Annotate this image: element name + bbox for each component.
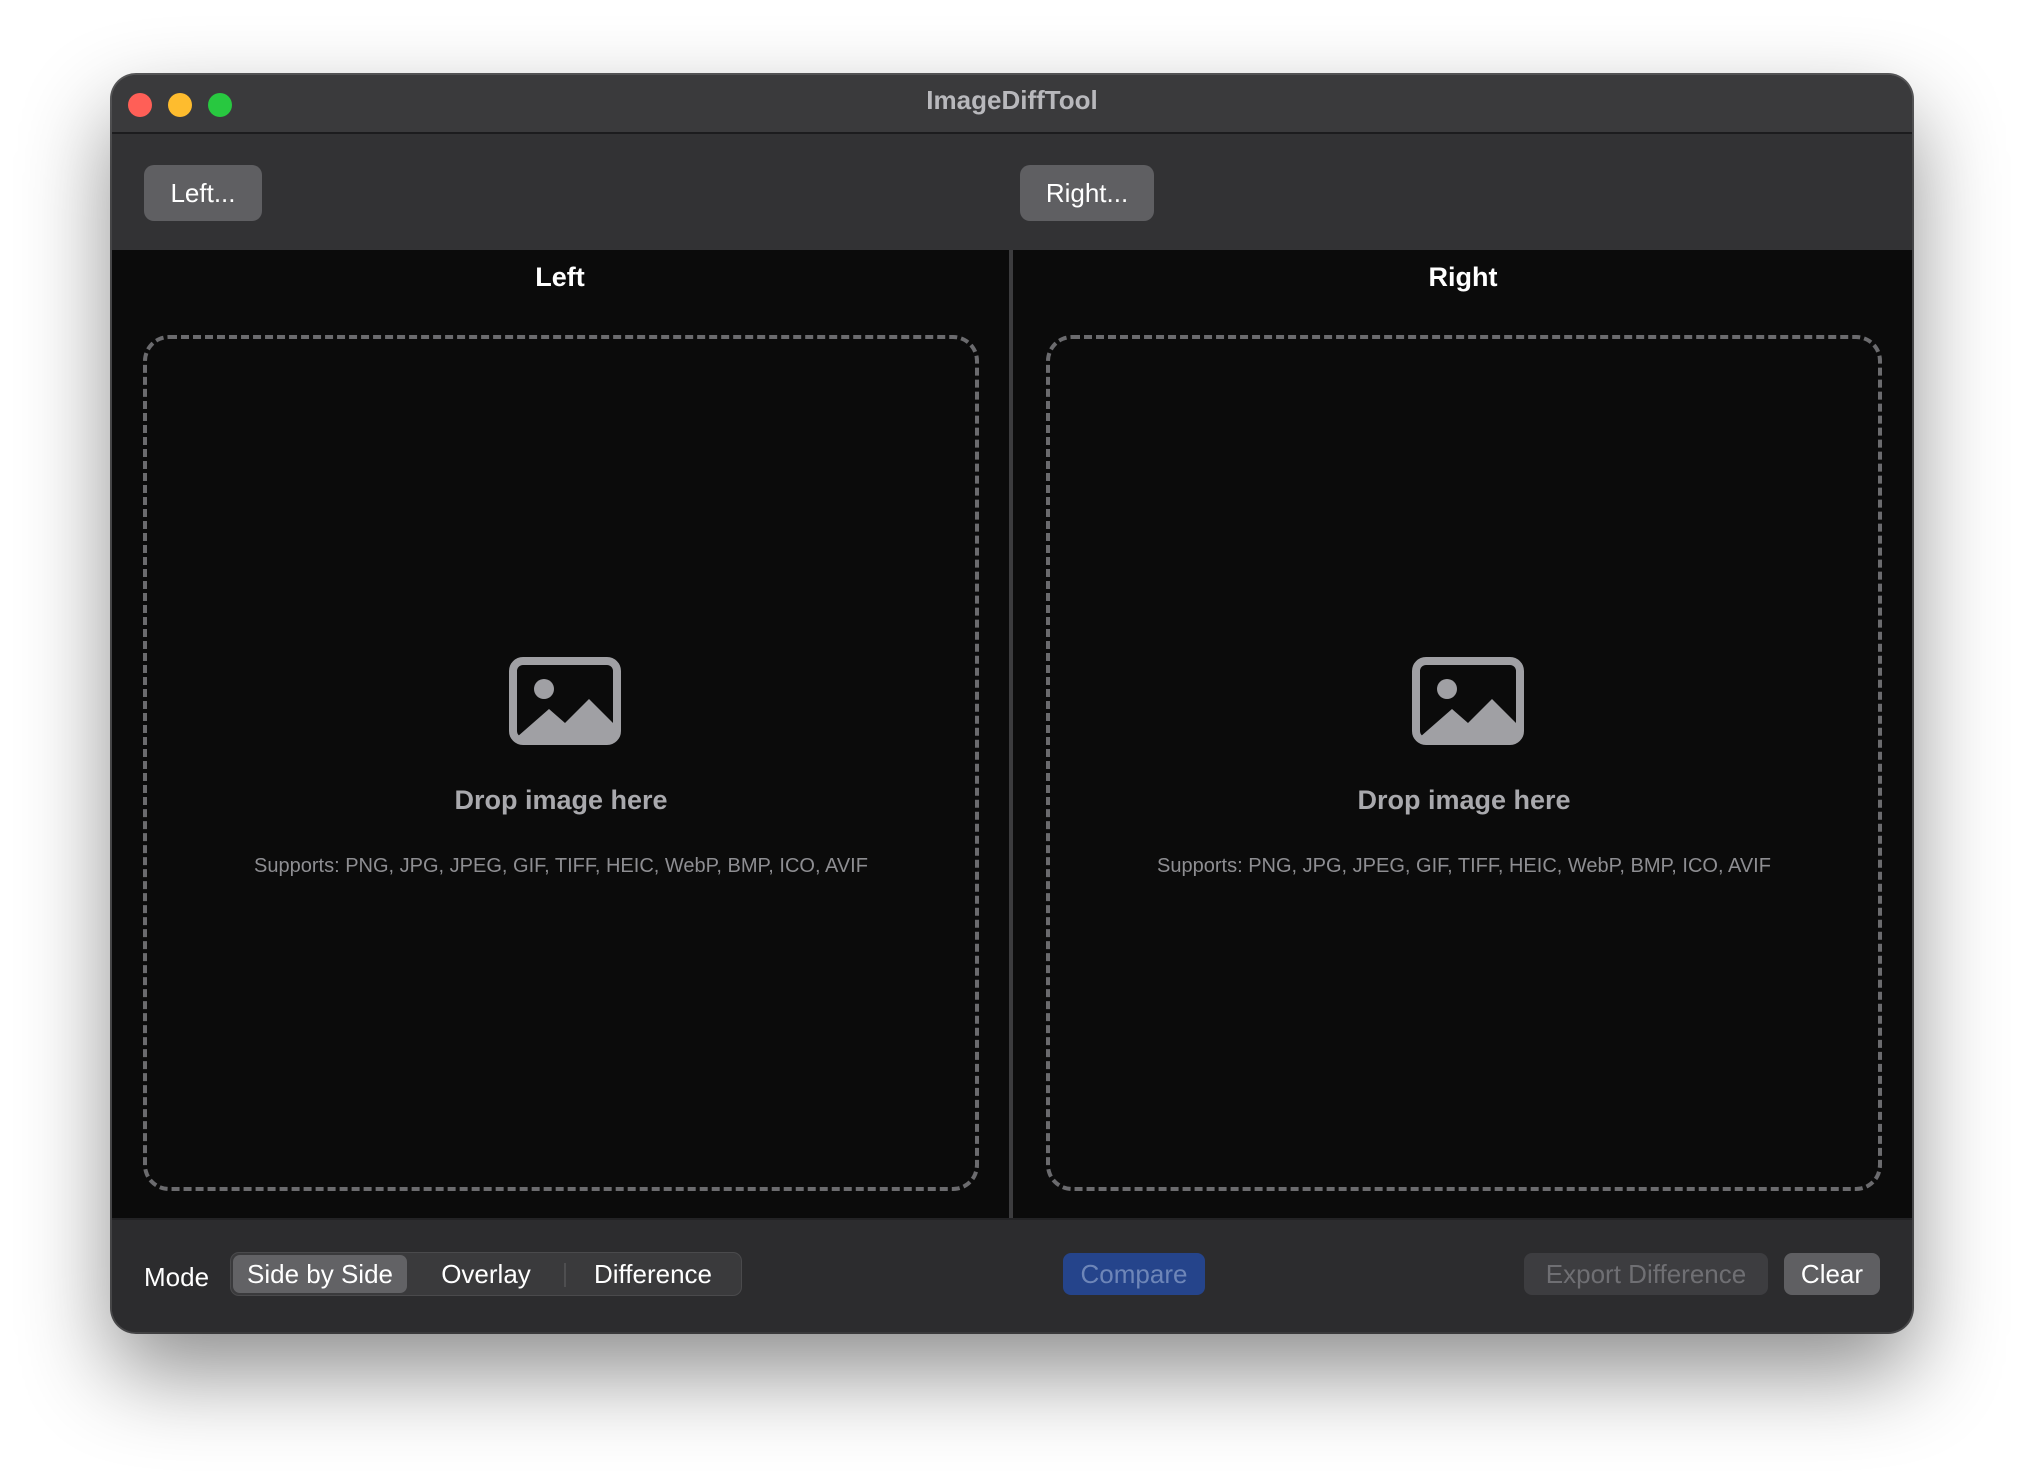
photo-icon: [509, 657, 621, 745]
clear-button[interactable]: Clear: [1784, 1253, 1880, 1295]
mode-label: Mode: [144, 1262, 210, 1292]
mode-overlay[interactable]: Overlay: [409, 1255, 563, 1293]
export-difference-button[interactable]: Export Difference: [1524, 1253, 1768, 1295]
right-drop-zone[interactable]: Drop image here Supports: PNG, JPG, JPEG…: [1046, 335, 1882, 1191]
compare-button[interactable]: Compare: [1063, 1253, 1205, 1295]
pane-divider[interactable]: [1009, 250, 1013, 1220]
left-pane-title: Left: [535, 262, 585, 292]
right-supported-formats: Supports: PNG, JPG, JPEG, GIF, TIFF, HEI…: [1157, 855, 1771, 877]
title-bar: ImageDiffTool: [112, 75, 1912, 134]
left-drop-zone[interactable]: Drop image here Supports: PNG, JPG, JPEG…: [143, 335, 979, 1191]
choose-left-image-button[interactable]: Left...: [144, 165, 262, 221]
right-pane-title: Right: [1428, 262, 1498, 292]
choose-right-image-button[interactable]: Right...: [1020, 165, 1154, 221]
bottom-bar: Mode Side by Side Overlay Difference Com…: [112, 1218, 1912, 1332]
app-window: ImageDiffTool Left... Right... Left Drop…: [112, 75, 1912, 1332]
window-title: ImageDiffTool: [926, 85, 1098, 115]
left-drop-prompt: Drop image here: [454, 785, 668, 815]
image-panes: Left Drop image here Supports: PNG, JPG,…: [112, 250, 1912, 1220]
right-drop-prompt: Drop image here: [1357, 785, 1571, 815]
mode-side-by-side[interactable]: Side by Side: [233, 1255, 407, 1293]
photo-icon: [1412, 657, 1524, 745]
toolbar: Left... Right...: [112, 134, 1912, 250]
mode-difference[interactable]: Difference: [567, 1255, 739, 1293]
segment-separator: [564, 1263, 566, 1287]
left-supported-formats: Supports: PNG, JPG, JPEG, GIF, TIFF, HEI…: [254, 855, 868, 877]
mode-segmented-control: Side by Side Overlay Difference: [230, 1252, 742, 1296]
